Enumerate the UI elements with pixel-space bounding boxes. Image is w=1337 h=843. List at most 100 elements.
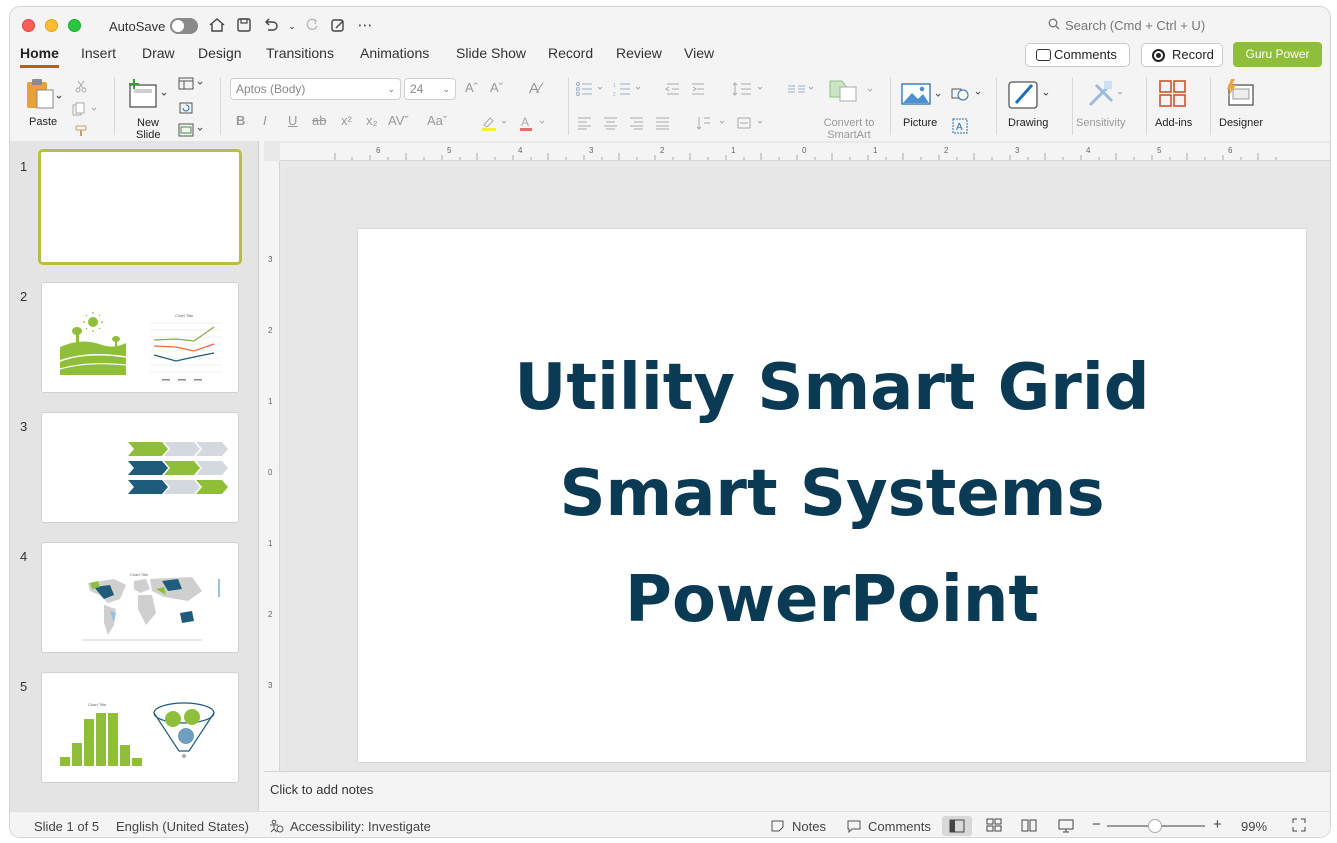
- ruler-tick-label: 5: [1157, 146, 1162, 155]
- slide-thumbnail-3[interactable]: [41, 412, 239, 523]
- layout-icon[interactable]: [178, 77, 208, 94]
- zoom-level[interactable]: 99%: [1241, 819, 1267, 834]
- tab-animations[interactable]: Animations: [360, 45, 429, 65]
- ruler-tick-label: 0: [268, 468, 273, 477]
- slide-thumbnail-5[interactable]: Chart Title: [41, 672, 239, 783]
- slideshow-view-icon[interactable]: [1057, 816, 1075, 837]
- undo-dropdown-icon[interactable]: ⌄: [282, 16, 302, 36]
- ruler-tick-label: 1: [731, 146, 736, 155]
- record-button[interactable]: Record: [1141, 43, 1223, 67]
- clear-formatting-icon[interactable]: A∕: [529, 80, 542, 97]
- status-bar: Slide 1 of 5 English (United States) Acc…: [10, 811, 1330, 837]
- search-placeholder: Search (Cmd + Ctrl + U): [1065, 18, 1206, 33]
- ruler-tick-label: 2: [944, 146, 949, 155]
- align-left-icon[interactable]: [577, 116, 677, 133]
- slide-2-preview: Chart Title: [59, 312, 222, 381]
- guru-power-button[interactable]: Guru Power: [1233, 42, 1322, 67]
- bullets-icon[interactable]: 12: [575, 81, 705, 100]
- zoom-out-button[interactable]: −: [1092, 816, 1101, 833]
- more-icon[interactable]: ⋯: [355, 16, 375, 36]
- normal-view-button[interactable]: [942, 816, 972, 836]
- tab-draw[interactable]: Draw: [142, 45, 175, 65]
- slide-3-preview: [128, 442, 228, 494]
- tab-insert[interactable]: Insert: [81, 45, 116, 65]
- reset-icon[interactable]: [178, 101, 194, 118]
- smartart-icon[interactable]: [828, 79, 878, 108]
- language-indicator[interactable]: English (United States): [116, 819, 249, 834]
- strikethrough-icon[interactable]: ab: [312, 113, 326, 128]
- tab-record[interactable]: Record: [548, 45, 593, 65]
- notes-toggle[interactable]: Notes: [792, 819, 826, 834]
- change-case-icon[interactable]: Aaˇ: [427, 113, 447, 128]
- highlight-color-icon[interactable]: [480, 115, 510, 134]
- format-painter-icon[interactable]: [74, 124, 88, 141]
- add-ins-icon[interactable]: [1158, 79, 1188, 112]
- redo-icon[interactable]: [302, 16, 322, 36]
- sensitivity-icon[interactable]: [1086, 79, 1126, 112]
- ribbon-tabs: Home Insert Draw Design Transitions Anim…: [10, 45, 1330, 71]
- designer-icon[interactable]: [1223, 77, 1257, 112]
- thumbnail-number: 2: [20, 289, 28, 304]
- slide-thumbnail-1[interactable]: [38, 149, 242, 265]
- italic-icon[interactable]: I: [263, 113, 267, 128]
- ribbon-separator: [1146, 77, 1147, 135]
- text-direction-icon[interactable]: [696, 114, 776, 135]
- tab-transitions[interactable]: Transitions: [266, 45, 334, 65]
- drawing-icon[interactable]: [1006, 79, 1052, 114]
- slide-canvas: Utility Smart Grid Smart Systems PowerPo…: [286, 167, 1330, 771]
- autosave-toggle[interactable]: [170, 18, 198, 34]
- text-box-icon[interactable]: A: [951, 117, 969, 138]
- zoom-in-button[interactable]: +: [1213, 816, 1222, 833]
- line-spacing-icon[interactable]: [732, 81, 768, 100]
- copy-icon[interactable]: [72, 102, 98, 119]
- tab-view[interactable]: View: [684, 45, 714, 65]
- current-slide[interactable]: Utility Smart Grid Smart Systems PowerPo…: [358, 229, 1306, 762]
- tab-slide-show[interactable]: Slide Show: [456, 45, 526, 65]
- close-window-button[interactable]: [22, 19, 35, 32]
- font-name-select[interactable]: Aptos (Body) ⌄: [230, 78, 401, 100]
- zoom-slider-handle[interactable]: [1148, 819, 1162, 833]
- powerpoint-window: AutoSave ⌄ ⋯ Search (Cmd + Ctrl + U) Hom…: [9, 6, 1331, 838]
- slide-title-textbox[interactable]: Utility Smart Grid Smart Systems PowerPo…: [358, 335, 1306, 653]
- comments-button[interactable]: Comments: [1025, 43, 1130, 67]
- cut-icon[interactable]: [74, 79, 88, 96]
- slide-thumbnail-4[interactable]: Chart Title: [41, 542, 239, 653]
- tab-home[interactable]: Home: [20, 45, 59, 68]
- reading-view-icon[interactable]: [1020, 816, 1038, 837]
- underline-icon[interactable]: U: [288, 113, 297, 128]
- maximize-window-button[interactable]: [68, 19, 81, 32]
- section-icon[interactable]: [178, 123, 208, 140]
- decrease-font-icon[interactable]: Aˇ: [490, 80, 503, 95]
- shapes-icon[interactable]: [950, 85, 984, 106]
- chevron-down-icon: ⌄: [387, 84, 395, 94]
- superscript-icon[interactable]: x²: [341, 113, 352, 128]
- new-slide-button[interactable]: [126, 77, 174, 114]
- minimize-window-button[interactable]: [45, 19, 58, 32]
- font-size-select[interactable]: 24 ⌄: [404, 78, 456, 100]
- tab-review[interactable]: Review: [616, 45, 662, 65]
- notes-pane[interactable]: Click to add notes: [264, 771, 1330, 811]
- save-icon[interactable]: [234, 16, 254, 36]
- search-box[interactable]: Search (Cmd + Ctrl + U): [1048, 18, 1205, 33]
- ribbon-separator: [1210, 77, 1211, 135]
- undo-icon[interactable]: [261, 16, 281, 36]
- tab-design[interactable]: Design: [198, 45, 242, 65]
- font-color-icon[interactable]: A: [518, 115, 548, 134]
- picture-icon[interactable]: [900, 81, 946, 110]
- autosave-label: AutoSave: [109, 19, 166, 34]
- accessibility-status[interactable]: Accessibility: Investigate: [290, 819, 431, 834]
- comments-toggle[interactable]: Comments: [868, 819, 931, 834]
- paste-button[interactable]: [24, 76, 64, 115]
- bold-icon[interactable]: B: [236, 113, 245, 128]
- slide-thumbnail-2[interactable]: Chart Title: [41, 282, 239, 393]
- character-spacing-icon[interactable]: AVˇ: [388, 113, 409, 128]
- columns-icon[interactable]: [786, 81, 816, 100]
- slide-sorter-icon[interactable]: [985, 816, 1003, 837]
- ribbon-separator: [996, 77, 997, 135]
- home-icon[interactable]: [207, 16, 227, 36]
- customize-icon[interactable]: [328, 16, 348, 36]
- fit-to-window-icon[interactable]: [1291, 817, 1307, 836]
- thumbnail-number: 1: [20, 159, 28, 174]
- increase-font-icon[interactable]: Aˆ: [465, 80, 478, 95]
- subscript-icon[interactable]: x₂: [366, 113, 378, 128]
